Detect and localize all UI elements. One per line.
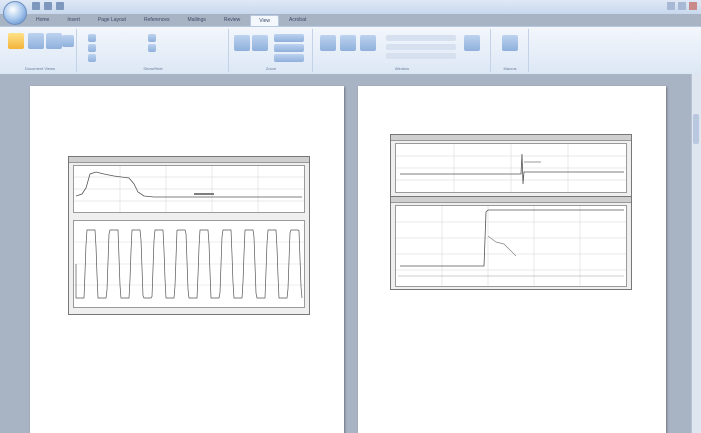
chart-panel-3 — [390, 196, 632, 290]
web-layout-button[interactable] — [46, 33, 62, 49]
full-screen-reading-button[interactable] — [28, 33, 44, 49]
ribbon-group-macros: Macros — [492, 29, 529, 72]
waveform-lower — [74, 229, 304, 299]
plot-upper — [395, 143, 627, 193]
chart-panel-1 — [68, 156, 310, 315]
page-width-button[interactable] — [274, 54, 304, 62]
tab-insert[interactable]: Insert — [59, 15, 88, 26]
thumbnails-checkbox[interactable] — [148, 44, 156, 52]
minimize-icon[interactable] — [667, 2, 675, 10]
new-window-button[interactable] — [320, 35, 336, 51]
plot-upper — [73, 165, 305, 213]
arrange-all-button[interactable] — [340, 35, 356, 51]
ribbon-group-label: Zoom — [265, 66, 277, 71]
vertical-scrollbar[interactable] — [691, 74, 701, 433]
chart-header — [69, 157, 309, 163]
waveform-upper — [74, 166, 304, 212]
quick-access-toolbar — [32, 2, 64, 12]
ribbon-group-document-views: Document Views — [4, 29, 77, 72]
tab-review[interactable]: Review — [216, 15, 248, 26]
ribbon-group-label: Window — [394, 66, 410, 71]
outline-button[interactable] — [62, 35, 74, 47]
scrollbar-thumb[interactable] — [693, 114, 699, 144]
reset-window-position-button[interactable] — [386, 53, 456, 59]
chart-panel-2 — [390, 134, 632, 198]
document-page-1[interactable] — [30, 86, 344, 433]
redo-icon[interactable] — [56, 2, 64, 10]
two-pages-button[interactable] — [274, 44, 304, 52]
gridlines-checkbox[interactable] — [88, 44, 96, 52]
ribbon-group-label: Document Views — [25, 66, 55, 71]
zoom-icon[interactable] — [234, 35, 250, 51]
office-button[interactable] — [3, 1, 27, 25]
view-side-by-side-button[interactable] — [386, 35, 456, 41]
title-bar — [0, 0, 701, 14]
ribbon-group-show-hide: Show/Hide — [78, 29, 229, 72]
ribbon-group-window: Window — [314, 29, 491, 72]
document-map-checkbox[interactable] — [148, 34, 156, 42]
document-page-2[interactable] — [358, 86, 666, 433]
plot-lower — [73, 220, 305, 308]
save-icon[interactable] — [32, 2, 40, 10]
ribbon-group-zoom: Zoom — [230, 29, 313, 72]
tab-references[interactable]: References — [136, 15, 178, 26]
close-icon[interactable] — [689, 2, 697, 10]
tab-home[interactable]: Home — [28, 15, 57, 26]
maximize-icon[interactable] — [678, 2, 686, 10]
chart-header — [391, 197, 631, 203]
print-layout-button[interactable] — [8, 33, 24, 49]
tab-acrobat[interactable]: Acrobat — [281, 15, 314, 26]
tab-page-layout[interactable]: Page Layout — [90, 15, 134, 26]
message-bar-checkbox[interactable] — [88, 54, 96, 62]
ribbon-group-label: Show/Hide — [143, 66, 163, 71]
window-controls — [667, 2, 697, 10]
tab-mailings[interactable]: Mailings — [180, 15, 214, 26]
plot-lower — [395, 205, 627, 287]
ribbon-tabs: Home Insert Page Layout References Mailings R… — [28, 15, 314, 27]
zoom-100-button[interactable] — [252, 35, 268, 51]
ribbon-group-label: Macros — [503, 66, 517, 71]
ruler-checkbox[interactable] — [88, 34, 96, 42]
split-button[interactable] — [360, 35, 376, 51]
synchronous-scrolling-button[interactable] — [386, 44, 456, 50]
one-page-button[interactable] — [274, 34, 304, 42]
undo-icon[interactable] — [44, 2, 52, 10]
chart-header — [391, 135, 631, 141]
waveform-lower — [396, 206, 626, 286]
ribbon: Document Views Show/Hide Zoom Window Mac… — [0, 26, 701, 75]
switch-windows-button[interactable] — [464, 35, 480, 51]
macros-button[interactable] — [502, 35, 518, 51]
waveform-upper — [396, 144, 626, 192]
